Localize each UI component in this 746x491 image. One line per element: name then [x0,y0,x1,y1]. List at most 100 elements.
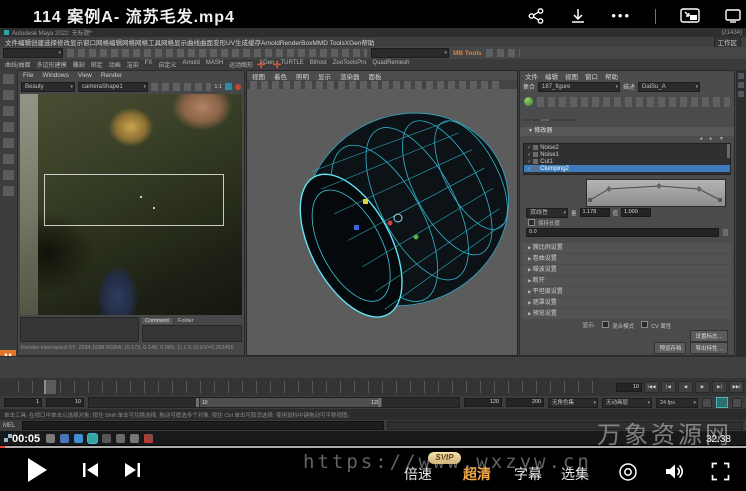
taskbar-icon-active[interactable] [88,434,97,443]
current-frame-marker[interactable] [44,380,56,394]
shelf-tab[interactable]: 自定义 [158,60,176,69]
xgen-tab[interactable] [523,119,531,121]
menu-item[interactable]: 变形 [213,40,226,47]
anim-end-field[interactable]: 200 [506,398,544,407]
anim-layer-dropdown[interactable]: 无动画层 [602,398,652,408]
menu-item[interactable]: 窗口 [83,40,96,47]
mask-slider-handle[interactable] [723,229,728,236]
collapsed-section[interactable]: 平坦度设置 [522,287,732,297]
xgen-guide-icon[interactable] [273,60,281,71]
wireframe-cylinder[interactable] [275,97,515,337]
xgen-toolbar-icons[interactable] [537,97,730,107]
preserve-checkbox[interactable] [528,219,535,226]
shelf-tab[interactable]: 曲线/曲面 [5,60,31,69]
shelf-tab[interactable]: 多边形建模 [37,60,67,69]
list-scrollbar[interactable] [727,144,730,158]
menu-item[interactable]: 选择 [44,40,57,47]
range-slider-bar[interactable]: 10 120 [200,398,382,407]
shelf-tab[interactable]: 运动图形 [229,60,253,69]
share-icon[interactable] [527,7,545,25]
auto-key-icon[interactable] [716,397,728,408]
collapsed-section[interactable]: 断开 [522,276,732,286]
collapsed-section[interactable]: 簇比例设置 [522,243,732,253]
xgen-tab[interactable] [541,119,549,121]
cv-checkbox[interactable] [641,321,648,328]
play-start-field[interactable]: 10 [46,398,84,407]
toolbar-icons[interactable] [67,49,367,57]
next-episode-button[interactable] [124,462,141,483]
playback-button[interactable]: ◀ [678,381,693,393]
play-end-field[interactable]: 120 [464,398,502,407]
taskbar-icon[interactable] [116,434,125,443]
mel-input[interactable] [22,421,384,430]
menu-item[interactable]: 网格工具 [135,40,161,47]
zoom-ratio-label[interactable]: 1:1 [214,84,222,90]
collection-dropdown[interactable]: 187_figure [538,82,620,92]
menu-item[interactable]: 网格 [96,40,109,47]
prev-episode-button[interactable] [82,462,99,483]
playback-button[interactable]: ▶▶| [729,381,744,393]
snap-field-dropdown[interactable] [371,48,449,58]
perspective-viewport[interactable]: 视图着色照明显示渲染器面板 [246,70,518,356]
mbtools-label[interactable]: MB Tools [453,50,482,57]
renderview-menu-item[interactable]: Render [101,72,122,79]
renderview-icons[interactable] [151,83,211,91]
shelf-tab[interactable]: TURTLE [280,60,303,69]
menu-item[interactable]: 编辑网格 [109,40,135,47]
download-icon[interactable] [569,7,587,25]
menu-item[interactable]: 生成 [235,40,248,47]
channel-box-strip[interactable] [736,70,746,356]
modifier-list-item[interactable]: Noise1 [524,151,730,158]
taskbar-icon[interactable] [144,434,153,443]
collapsed-section[interactable]: 噪波设置 [522,265,732,275]
fps-dropdown[interactable]: 24 fps [656,398,698,408]
record-circle-icon[interactable] [618,462,638,487]
taskbar-icon[interactable] [74,434,83,443]
volume-icon[interactable] [664,462,685,486]
shelf-tab[interactable]: 雕刻 [73,60,85,69]
menu-item[interactable]: 编辑 [18,40,31,47]
viewport-menu-item[interactable]: 渲染器 [340,71,360,81]
playback-button[interactable]: ▶ [695,381,710,393]
modifier-list-item[interactable]: Clumping2 [524,165,730,172]
xgen-tab[interactable] [568,119,576,121]
menu-item[interactable]: 修改 [57,40,70,47]
preview-button[interactable]: 预览存档 [654,342,686,354]
taskbar-icon[interactable] [46,434,55,443]
pass-dropdown[interactable]: Beauty [21,82,75,92]
menu-item[interactable]: 网格显示 [161,40,187,47]
toolbar-right-icons[interactable] [486,49,520,57]
menu-item[interactable]: 曲线 [187,40,200,47]
play-button[interactable] [26,457,48,488]
render-dot-icon[interactable] [235,84,241,90]
playback-button[interactable]: |◀◀ [644,381,659,393]
viewport-menu-item[interactable]: 显示 [318,71,331,81]
modifiers-section-header[interactable]: 修改器 [520,127,734,136]
menu-item[interactable]: 曲面 [200,40,213,47]
camera-dropdown[interactable]: cameraShape1 [78,82,148,92]
tool-icons[interactable] [3,74,14,202]
interp-dropdown[interactable]: 双线性 [526,208,568,218]
mel-label[interactable]: MEL [3,423,19,429]
menu-item[interactable]: 帮助 [361,40,374,47]
selection-mask-dropdown[interactable] [3,48,63,58]
current-frame-field[interactable]: 10 [616,383,642,392]
anim-start-field[interactable]: 1 [4,398,42,407]
character-set-dropdown[interactable]: 无角色集 [548,398,598,408]
export-button[interactable]: 导出特性… [690,342,728,354]
collapsed-section[interactable]: 预览设置 [522,309,732,319]
menu-item[interactable]: UV [226,40,235,47]
menu-item[interactable]: 文件 [5,40,18,47]
xgen-tab[interactable] [532,119,540,121]
shelf-tab[interactable]: 渲染 [127,60,139,69]
xgen-menu-item[interactable]: 文件 [525,71,538,81]
menu-item[interactable]: 创建 [31,40,44,47]
viewport-menu-item[interactable]: 面板 [369,71,382,81]
viewport-menu-item[interactable]: 视图 [252,71,265,81]
collapsed-section[interactable]: 遮罩设置 [522,298,732,308]
xgen-tab[interactable] [550,119,558,121]
viewport-menu-item[interactable]: 照明 [296,71,309,81]
shelf-tab[interactable]: ZooToolsPro [333,60,367,69]
taskbar-icon[interactable] [60,434,69,443]
clump-ramp-widget[interactable] [586,179,726,207]
